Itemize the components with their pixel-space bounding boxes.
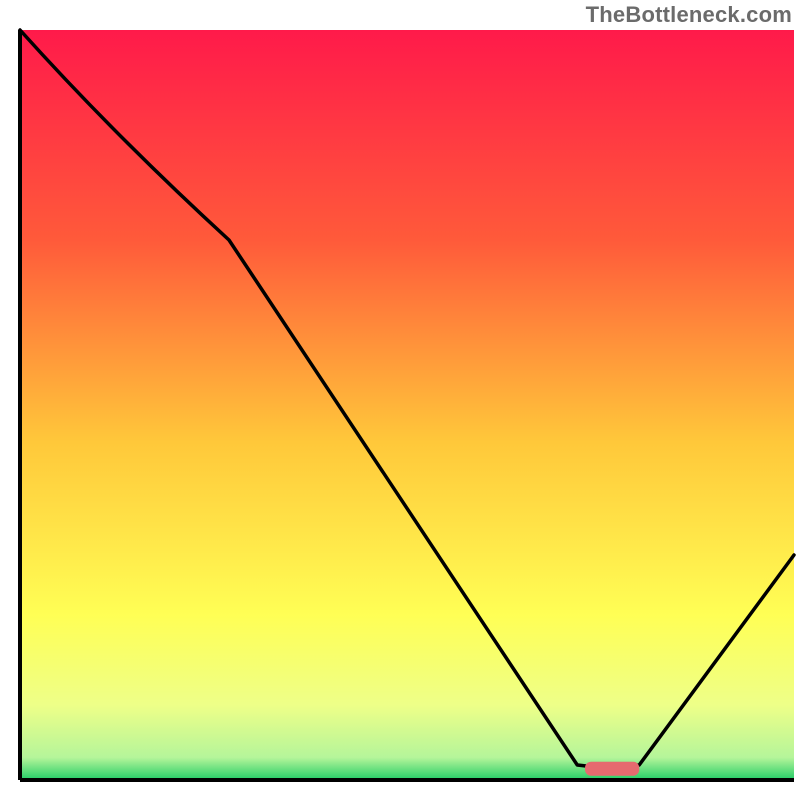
optimum-marker bbox=[585, 762, 639, 776]
plot-background bbox=[20, 30, 794, 780]
chart-container: TheBottleneck.com bbox=[0, 0, 800, 800]
watermark-text: TheBottleneck.com bbox=[586, 2, 792, 28]
bottleneck-chart bbox=[0, 0, 800, 800]
